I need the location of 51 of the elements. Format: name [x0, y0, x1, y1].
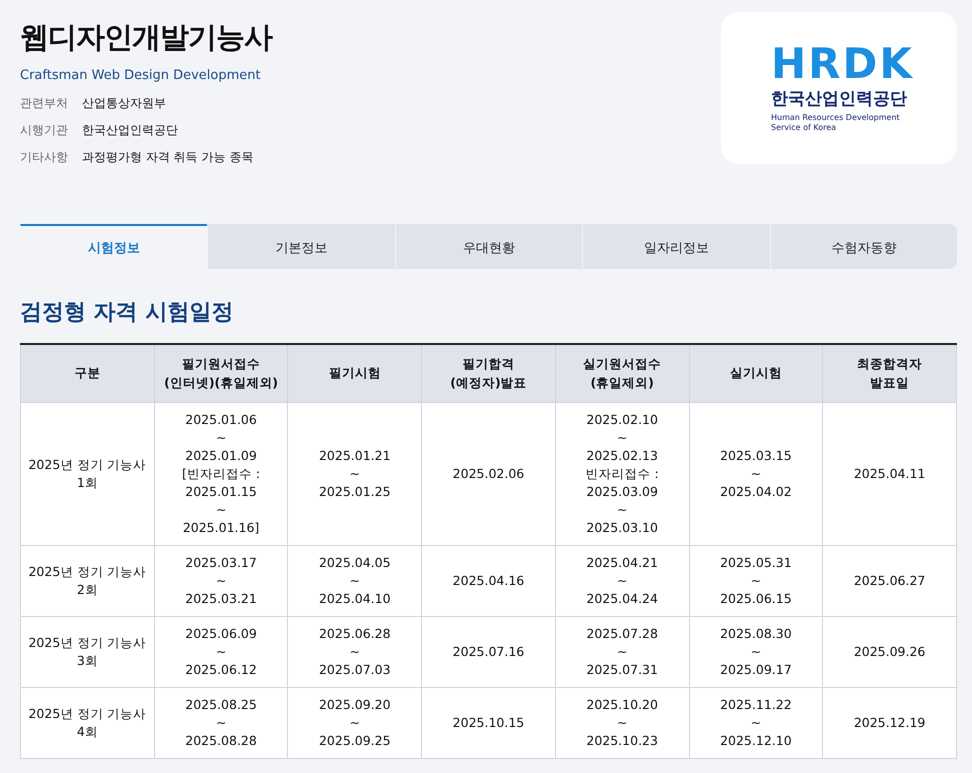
- table-cell: 2025년 정기 기능사 3회: [20, 616, 154, 688]
- table-cell: 2025.02.06: [422, 402, 556, 546]
- column-header: 실기시험: [689, 344, 823, 402]
- table-cell: 2025.07.16: [422, 616, 556, 688]
- info-value: 산업통상자원부: [82, 95, 167, 112]
- table-cell: 2025.09.26: [822, 616, 956, 688]
- section-title: 검정형 자격 시험일정: [20, 299, 234, 327]
- tab[interactable]: 수험자동향: [770, 224, 958, 269]
- table-cell: 2025.05.31 ~ 2025.06.15: [689, 546, 823, 616]
- column-header: 실기원서접수 (휴일제외): [555, 344, 690, 402]
- info-value: 과정평가형 자격 취득 가능 종목: [82, 149, 254, 166]
- tab[interactable]: 일자리정보: [582, 224, 770, 269]
- info-value: 한국산업인력공단: [82, 122, 179, 139]
- table-cell: 2025.06.27: [822, 546, 956, 616]
- table-cell: 2025.09.20 ~ 2025.09.25: [288, 688, 422, 758]
- page-subtitle: Craftsman Web Design Development: [20, 68, 262, 83]
- logo-mark: HRDK: [771, 42, 915, 85]
- table-cell: 2025.01.21 ~ 2025.01.25: [288, 402, 422, 546]
- info-label: 관련부처: [20, 95, 68, 112]
- tab[interactable]: 기본정보: [207, 224, 395, 269]
- tab[interactable]: 우대현황: [394, 224, 582, 269]
- table-cell: 2025.02.10 ~ 2025.02.13 빈자리접수 : 2025.03.09 ~ 2025.03.10: [555, 402, 690, 546]
- table-cell: 2025.08.30 ~ 2025.09.17: [689, 616, 823, 688]
- column-header: 필기시험: [288, 344, 422, 402]
- table-cell: 2025.08.25 ~ 2025.08.28: [154, 688, 288, 758]
- table-cell: 2025.12.19: [822, 688, 956, 758]
- logo-name: 한국산업인력공단: [771, 88, 908, 110]
- table-cell: 2025년 정기 기능사 2회: [20, 546, 154, 616]
- table-cell: 2025.10.15: [422, 688, 556, 758]
- table-cell: 2025.01.06 ~ 2025.01.09 [빈자리접수 : 2025.01.15 ~ 2025.01.16]: [154, 402, 288, 546]
- column-header: 최종합격자 발표일: [822, 344, 956, 402]
- table-cell: 2025.10.20 ~ 2025.10.23: [555, 688, 690, 758]
- table-cell: 2025.06.09 ~ 2025.06.12: [154, 616, 288, 688]
- table-cell: 2025.03.17 ~ 2025.03.21: [154, 546, 288, 616]
- logo-english-name: Human Resources Development Service of Korea: [771, 112, 901, 134]
- column-header: 구분: [20, 344, 154, 402]
- table-cell: 2025.06.28 ~ 2025.07.03: [288, 616, 422, 688]
- table-cell: 2025.07.28 ~ 2025.07.31: [555, 616, 690, 688]
- table-cell: 2025년 정기 기능사 1회: [20, 402, 154, 546]
- column-header: 필기합격 (예정자)발표: [422, 344, 556, 402]
- info-label: 시행기관: [20, 122, 68, 139]
- info-label: 기타사항: [20, 149, 68, 166]
- table-cell: 2025.03.15 ~ 2025.04.02: [689, 402, 823, 546]
- table-cell: 2025.04.21 ~ 2025.04.24: [555, 546, 690, 616]
- table-cell: 2025.04.16: [422, 546, 556, 616]
- column-header: 필기원서접수 (인터넷)(휴일제외): [154, 344, 288, 402]
- table-cell: 2025.04.11: [822, 402, 956, 546]
- page-title: 웹디자인개발기능사: [20, 19, 272, 56]
- table-cell: 2025.04.05 ~ 2025.04.10: [288, 546, 422, 616]
- table-cell: 2025년 정기 기능사 4회: [20, 688, 154, 758]
- table-cell: 2025.11.22 ~ 2025.12.10: [689, 688, 823, 758]
